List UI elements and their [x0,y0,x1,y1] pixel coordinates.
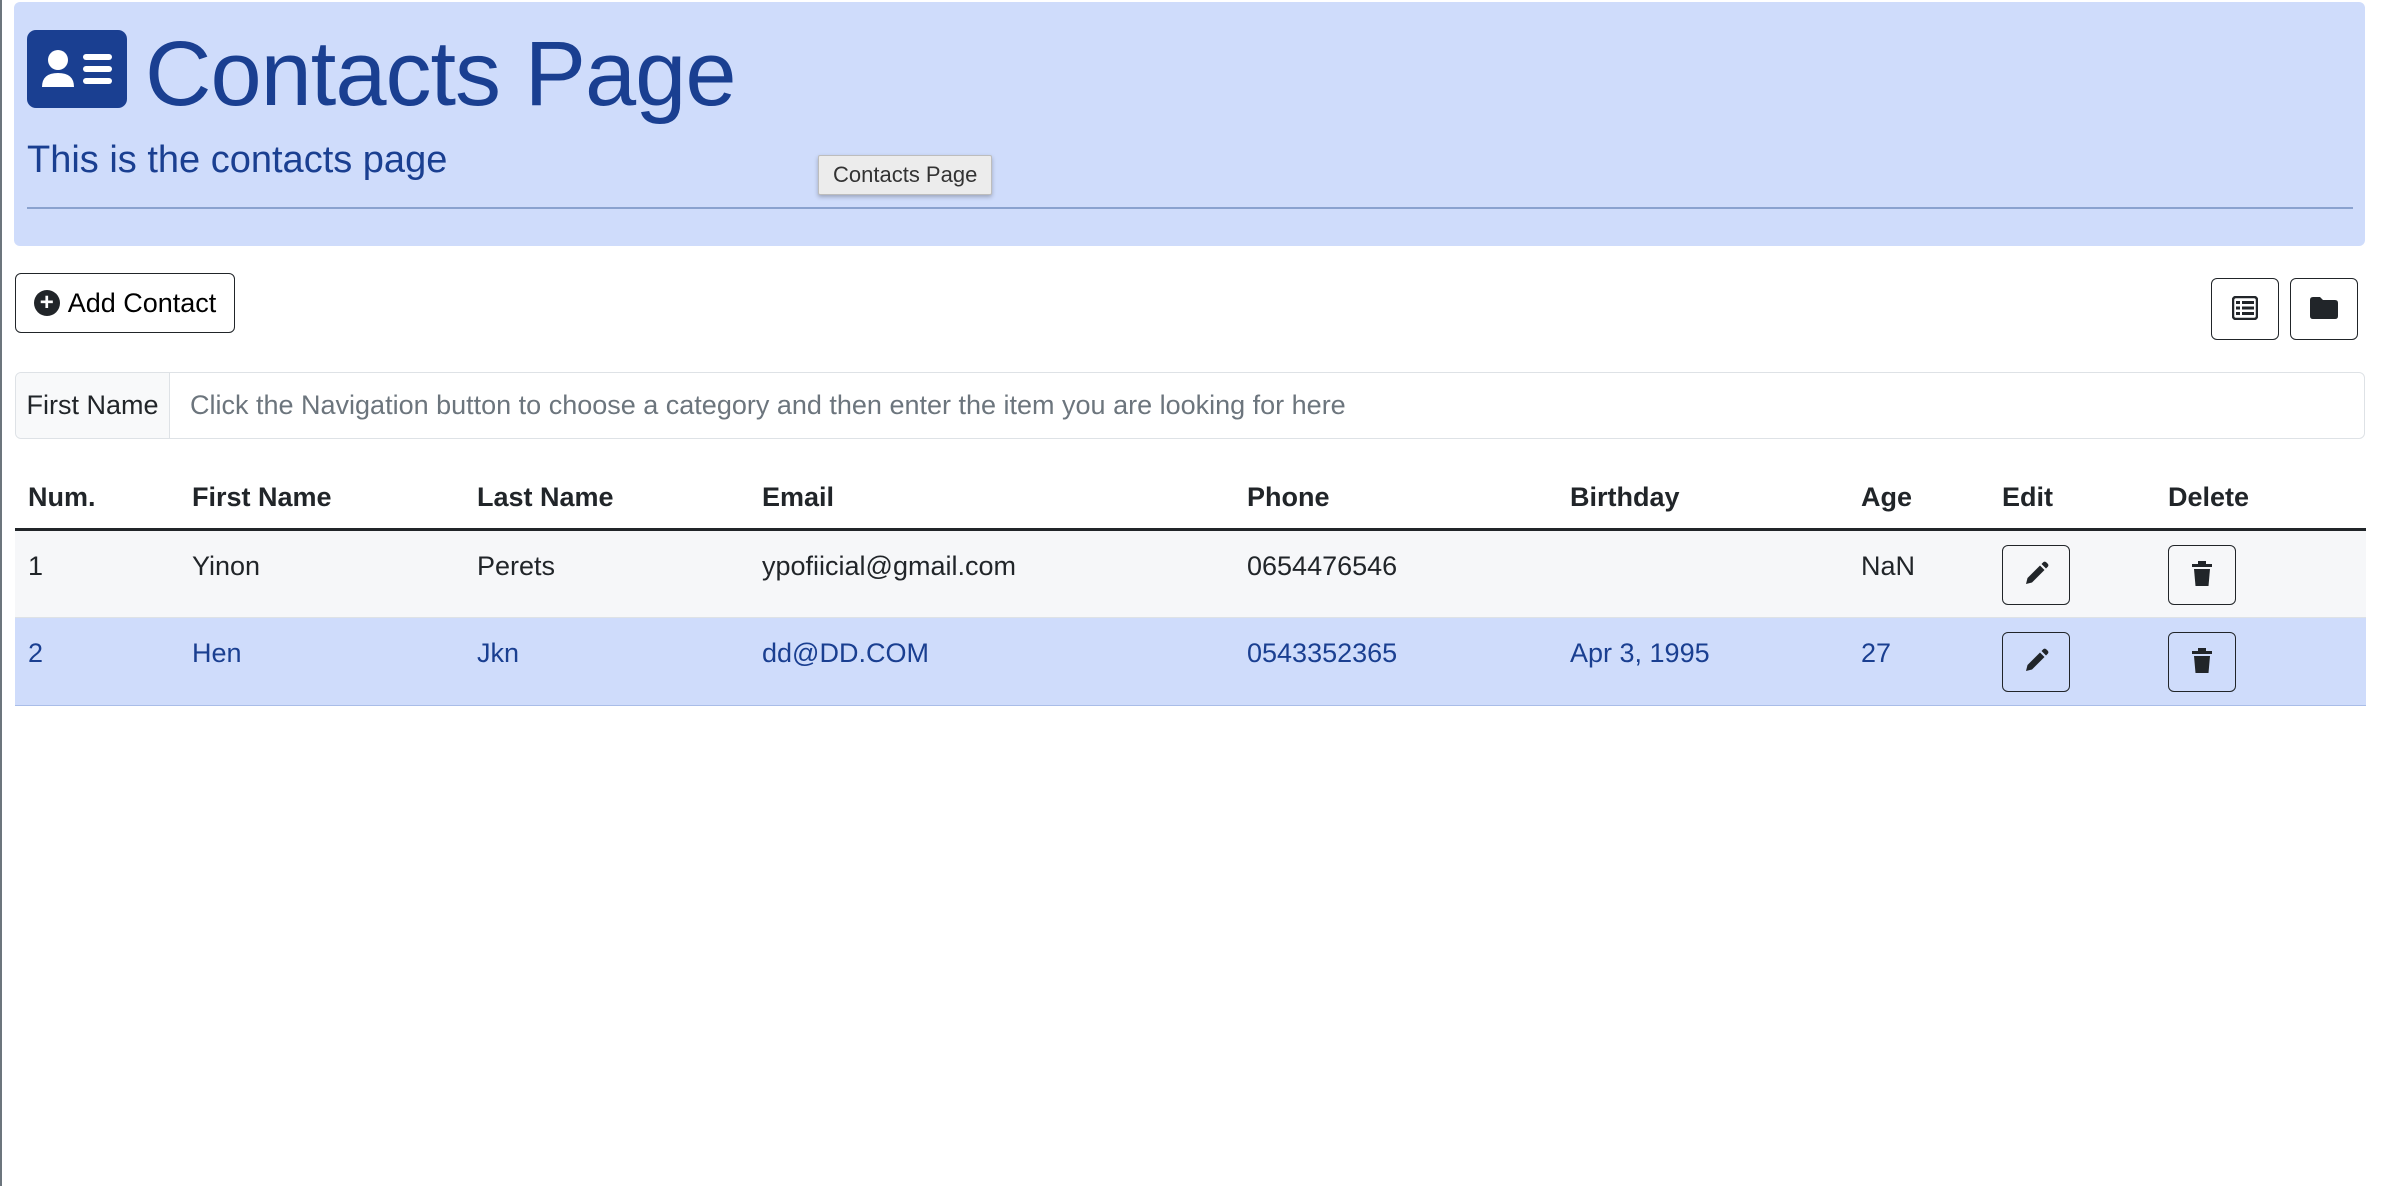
table-row: 2 Hen Jkn dd@DD.COM 0543352365 Apr 3, 19… [15,617,2366,706]
cell-edit [1989,529,2155,618]
contacts-table: Num. First Name Last Name Email Phone Bi… [15,466,2366,706]
search-category-label[interactable]: First Name [16,373,170,438]
cell-last-name: Perets [464,529,749,618]
cell-delete [2155,617,2366,706]
trash-icon [2191,560,2213,590]
col-first-name: First Name [179,466,464,531]
add-contact-button[interactable]: + Add Contact [15,273,235,333]
cell-delete [2155,529,2366,618]
folder-view-icon [2309,296,2339,323]
trash-icon [2191,647,2213,677]
cell-num: 2 [15,617,179,706]
cell-birthday [1557,529,1848,618]
cell-first-name: Yinon [179,529,464,618]
search-group: First Name [15,372,2365,439]
table-row: 1 Yinon Perets ypofiicial@gmail.com 0654… [15,529,2366,618]
cell-edit [1989,617,2155,706]
edit-button[interactable] [2002,545,2070,605]
col-last-name: Last Name [464,466,749,531]
cell-email: ypofiicial@gmail.com [749,529,1234,618]
edit-button[interactable] [2002,632,2070,692]
col-birthday: Birthday [1557,466,1848,531]
cell-email: dd@DD.COM [749,617,1234,706]
page-header: Contacts Page This is the contacts page … [14,2,2365,246]
cell-phone: 0543352365 [1234,617,1557,706]
cell-num: 1 [15,529,179,618]
add-contact-label: Add Contact [67,287,217,318]
col-num: Num. [15,466,179,531]
cell-birthday: Apr 3, 1995 [1557,617,1848,706]
col-age: Age [1848,466,1989,531]
col-edit: Edit [1989,466,2155,531]
pencil-icon [2023,648,2049,677]
col-delete: Delete [2155,466,2366,531]
table-view-button[interactable] [2211,278,2279,340]
header-divider [27,207,2353,209]
cell-first-name: Hen [179,617,464,706]
col-email: Email [749,466,1234,531]
page-subtitle: This is the contacts page [27,139,448,181]
cell-last-name: Jkn [464,617,749,706]
cell-age: 27 [1848,617,1989,706]
table-view-icon [2231,295,2259,323]
title-tooltip: Contacts Page [818,155,993,195]
pencil-icon [2023,561,2049,590]
delete-button[interactable] [2168,545,2236,605]
search-input[interactable] [170,373,2364,438]
col-phone: Phone [1234,466,1557,531]
plus-circle-icon: + [33,290,60,316]
delete-button[interactable] [2168,632,2236,692]
address-card-icon [27,30,127,108]
page-title: Contacts Page [145,23,736,125]
cell-age: NaN [1848,529,1989,618]
cell-phone: 0654476546 [1234,529,1557,618]
table-header-row: Num. First Name Last Name Email Phone Bi… [15,466,2366,531]
folder-view-button[interactable] [2290,278,2358,340]
